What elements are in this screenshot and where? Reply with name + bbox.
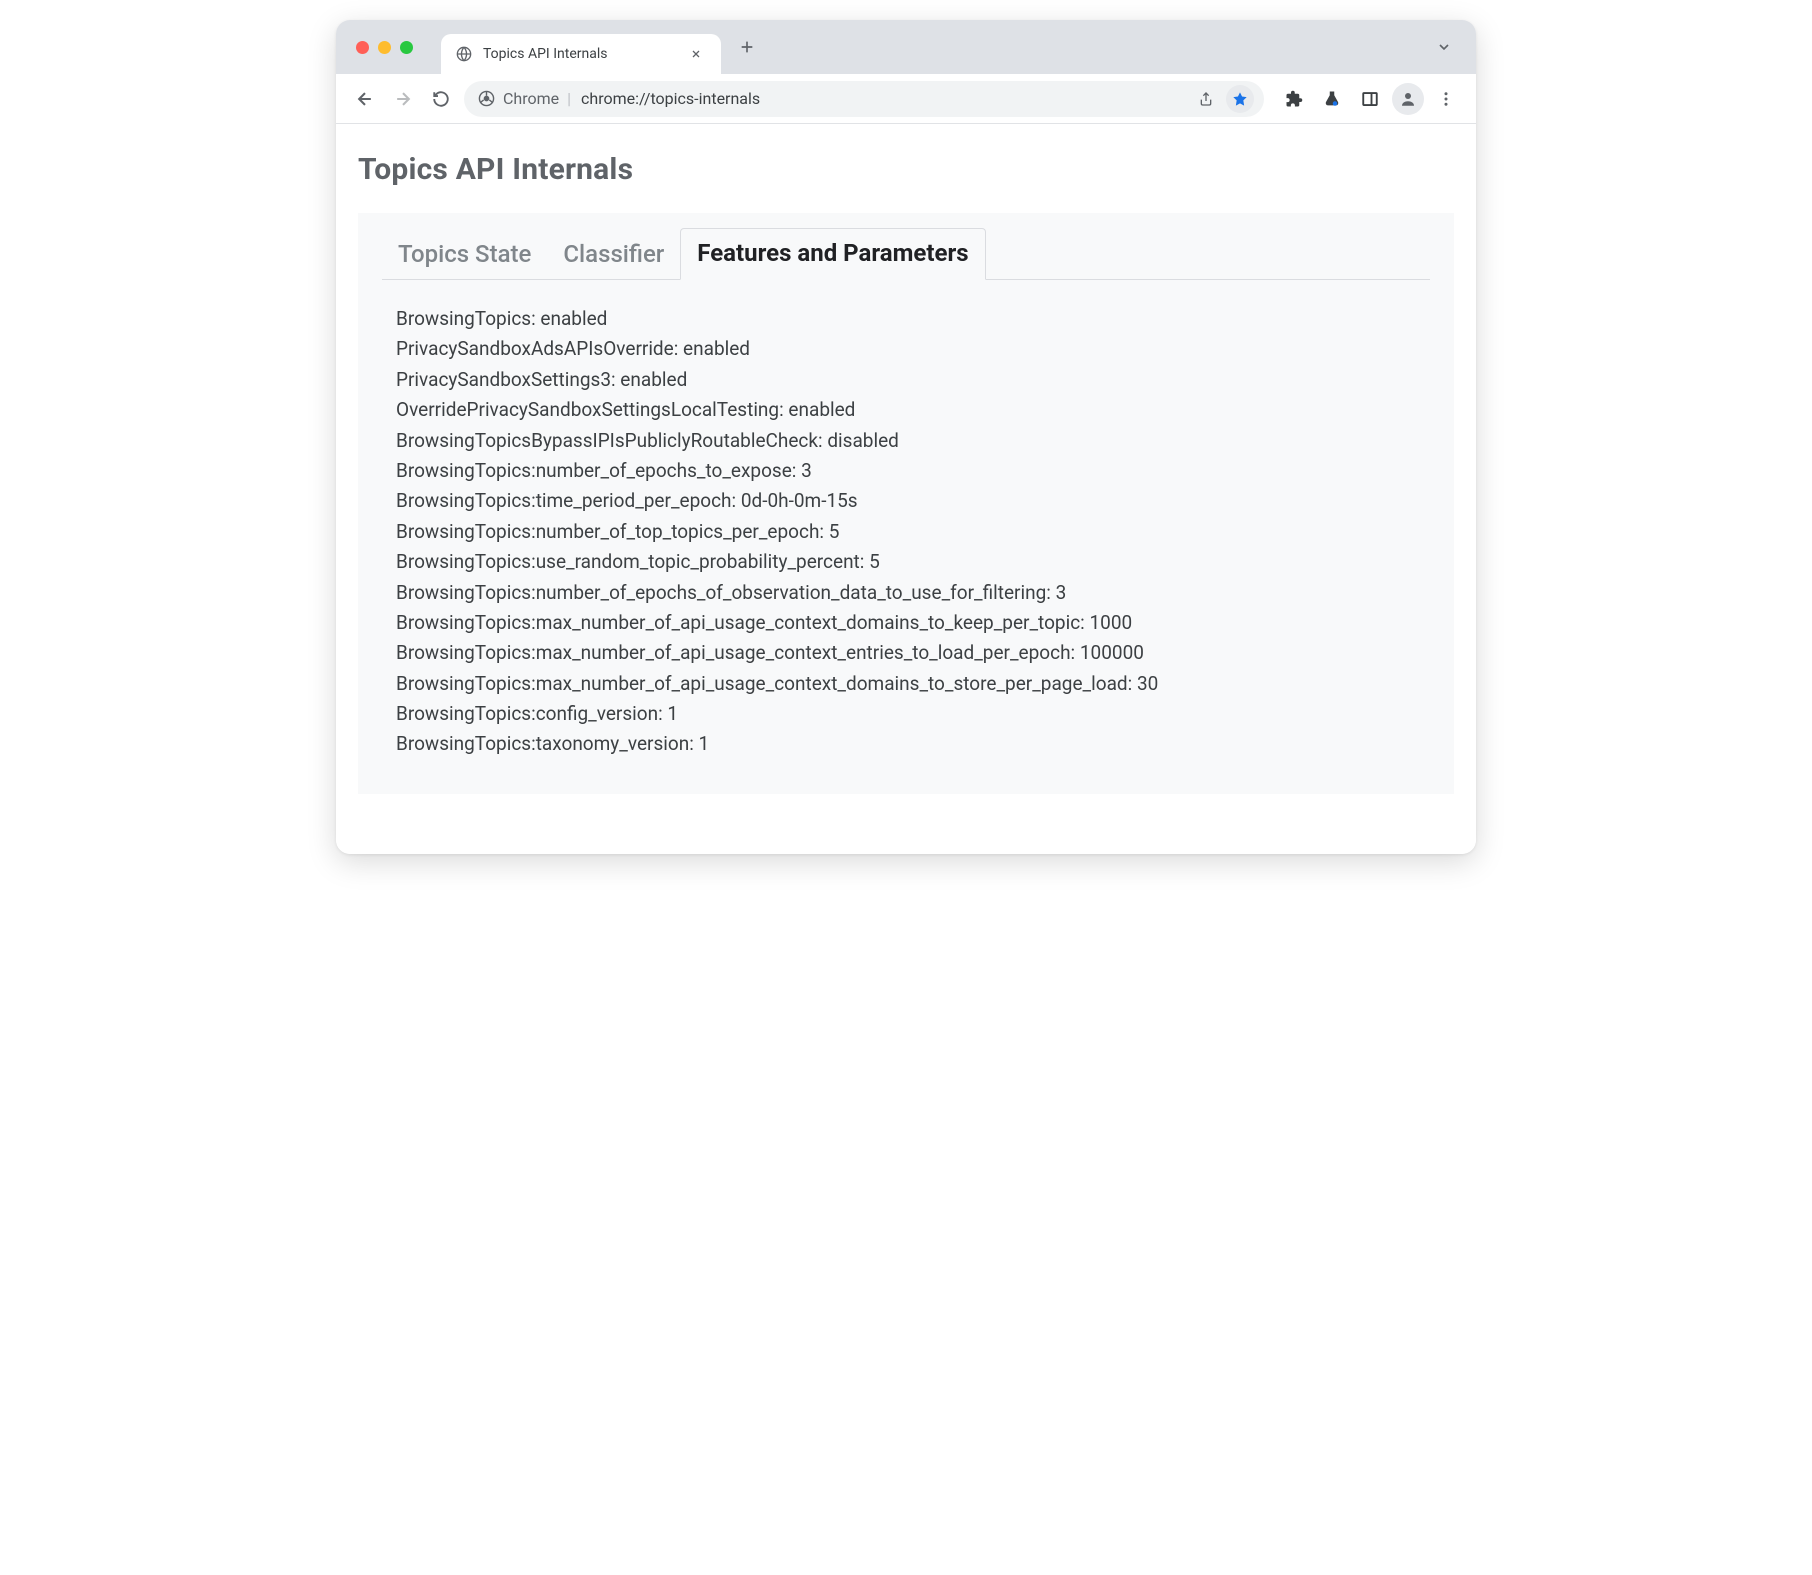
feature-row: BrowsingTopics:taxonomy_version: 1 [396,729,1418,759]
chrome-icon [478,90,495,107]
content-panel: Topics State Classifier Features and Par… [358,213,1454,794]
features-list: BrowsingTopics: enabledPrivacySandboxAds… [382,280,1430,760]
minimize-window-button[interactable] [378,41,391,54]
feature-row: BrowsingTopics:number_of_epochs_to_expos… [396,456,1418,486]
tab-list-dropdown[interactable] [1428,33,1460,61]
tab-topics-state[interactable]: Topics State [382,230,547,280]
share-icon[interactable] [1192,85,1220,113]
separator: | [567,89,571,108]
url-text: chrome://topics-internals [581,89,760,108]
browser-tab-title: Topics API Internals [483,46,675,62]
feature-row: OverridePrivacySandboxSettingsLocalTesti… [396,395,1418,425]
feature-row: BrowsingTopics:time_period_per_epoch: 0d… [396,486,1418,516]
page-content: Topics API Internals Topics State Classi… [336,124,1476,854]
site-identity[interactable]: Chrome | [478,89,571,108]
forward-button[interactable] [388,84,418,114]
bookmark-star-icon[interactable] [1226,85,1254,113]
close-tab-button[interactable] [685,45,707,63]
address-bar[interactable]: Chrome | chrome://topics-internals [464,81,1264,117]
feature-row: BrowsingTopics:use_random_topic_probabil… [396,547,1418,577]
feature-row: PrivacySandboxAdsAPIsOverride: enabled [396,334,1418,364]
toolbar: Chrome | chrome://topics-internals [336,74,1476,124]
browser-tab[interactable]: Topics API Internals [441,34,721,74]
extensions-icon[interactable] [1278,83,1310,115]
feature-row: BrowsingTopics:max_number_of_api_usage_c… [396,638,1418,668]
back-button[interactable] [350,84,380,114]
reload-button[interactable] [426,84,456,114]
feature-row: BrowsingTopics:number_of_epochs_of_obser… [396,578,1418,608]
browser-window: Topics API Internals Chrome [336,20,1476,854]
window-controls [356,41,413,54]
labs-icon[interactable] [1316,83,1348,115]
new-tab-button[interactable] [731,31,763,63]
globe-icon [455,45,473,63]
tab-features-parameters[interactable]: Features and Parameters [680,228,985,280]
browser-menu-button[interactable] [1430,83,1462,115]
feature-row: BrowsingTopics:number_of_top_topics_per_… [396,517,1418,547]
sidepanel-icon[interactable] [1354,83,1386,115]
fullscreen-window-button[interactable] [400,41,413,54]
close-window-button[interactable] [356,41,369,54]
internal-tabs: Topics State Classifier Features and Par… [382,227,1430,280]
feature-row: BrowsingTopics:max_number_of_api_usage_c… [396,608,1418,638]
feature-row: PrivacySandboxSettings3: enabled [396,365,1418,395]
toolbar-actions [1278,83,1462,115]
feature-row: BrowsingTopics:max_number_of_api_usage_c… [396,669,1418,699]
tab-classifier[interactable]: Classifier [547,230,680,280]
feature-row: BrowsingTopics: enabled [396,304,1418,334]
tab-strip: Topics API Internals [336,20,1476,74]
scheme-label: Chrome [503,89,559,108]
profile-avatar[interactable] [1392,83,1424,115]
feature-row: BrowsingTopicsBypassIPIsPubliclyRoutable… [396,426,1418,456]
page-title: Topics API Internals [358,152,1454,187]
feature-row: BrowsingTopics:config_version: 1 [396,699,1418,729]
